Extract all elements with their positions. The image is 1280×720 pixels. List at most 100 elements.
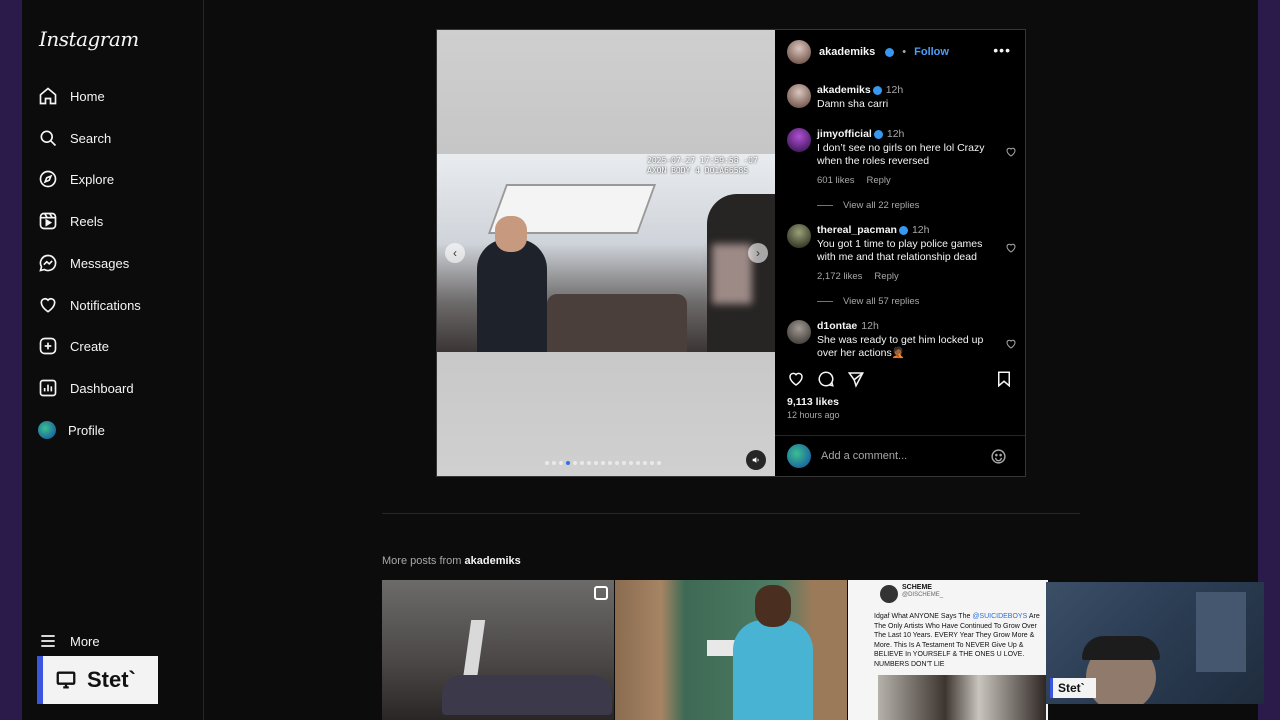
nav-more[interactable]: More bbox=[38, 627, 198, 655]
bookmark-icon[interactable] bbox=[995, 370, 1013, 388]
nav-explore[interactable]: Explore bbox=[38, 165, 198, 193]
stet-overlay-badge: Stet` bbox=[37, 656, 158, 704]
nav-home[interactable]: Home bbox=[38, 82, 198, 110]
nav-dashboard[interactable]: Dashboard bbox=[38, 374, 198, 402]
bodycam-video-frame: 2025-07-27 17:59:58 -07 AXON BODY 4 D01A… bbox=[437, 154, 775, 352]
scene-crowd bbox=[547, 294, 687, 352]
share-send-icon[interactable] bbox=[847, 370, 865, 388]
webcam-overlay: Stet` bbox=[1046, 582, 1264, 704]
emoji-icon[interactable] bbox=[990, 448, 1007, 465]
carousel-prev-button[interactable]: ‹ bbox=[445, 243, 465, 263]
author-avatar[interactable] bbox=[787, 84, 811, 108]
post-media[interactable]: 2025-07-27 17:59:58 -07 AXON BODY 4 D01A… bbox=[437, 30, 775, 476]
carousel-dot bbox=[573, 461, 577, 465]
carousel-dot bbox=[601, 461, 605, 465]
author-avatar[interactable] bbox=[787, 40, 811, 64]
like-heart-icon[interactable] bbox=[787, 370, 805, 388]
nav-label: Messages bbox=[70, 255, 130, 271]
verified-icon bbox=[873, 129, 883, 139]
carousel-dot bbox=[650, 461, 654, 465]
more-post-thumbnail[interactable] bbox=[382, 580, 614, 720]
nav-label: Profile bbox=[68, 422, 105, 438]
commenter-avatar[interactable] bbox=[787, 320, 811, 344]
thumb-account: SCHEME bbox=[902, 584, 932, 591]
comment-body: I don’t see no girls on here lol Crazy w… bbox=[817, 141, 985, 168]
comment-username[interactable]: jimyofficial bbox=[817, 128, 872, 140]
comment-likes[interactable]: 2,172 likes bbox=[817, 270, 862, 284]
nav-label: More bbox=[70, 633, 100, 649]
author-username[interactable]: akademiks bbox=[819, 46, 875, 58]
carousel-dot bbox=[587, 461, 591, 465]
heart-icon bbox=[40, 297, 56, 313]
section-divider bbox=[382, 513, 1080, 514]
stamp-line-1: 2025-07-27 17:59:58 -07 bbox=[647, 156, 758, 165]
carousel-indicator bbox=[545, 461, 661, 465]
comment-username[interactable]: thereal_pacman bbox=[817, 224, 897, 236]
compass-icon bbox=[39, 170, 57, 188]
thumb-text-b: Are The Only Artists Who Have Continued … bbox=[874, 613, 1040, 668]
more-post-thumbnail[interactable] bbox=[615, 580, 847, 720]
nav-reels[interactable]: Reels bbox=[38, 207, 198, 235]
stamp-line-2: AXON BODY 4 D01A6658S bbox=[647, 166, 749, 175]
likes-count[interactable]: 9,113 likes bbox=[787, 396, 839, 408]
more-posts-prefix: More posts from bbox=[382, 555, 462, 567]
add-comment-input[interactable]: Add a comment... bbox=[821, 450, 907, 462]
reels-icon bbox=[39, 212, 57, 230]
comment-likes[interactable]: 601 likes bbox=[817, 174, 855, 188]
more-posts-user[interactable]: akademiks bbox=[465, 555, 521, 567]
follow-button[interactable]: Follow bbox=[914, 46, 949, 58]
add-comment-bar: Add a comment... bbox=[775, 435, 1025, 475]
comment-body: Damn sha carri bbox=[817, 97, 889, 110]
reply-button[interactable]: Reply bbox=[867, 174, 891, 188]
commenter-avatar[interactable] bbox=[787, 224, 811, 248]
thumb-shape bbox=[733, 620, 813, 720]
verified-icon bbox=[885, 47, 895, 57]
thumb-photo bbox=[878, 675, 1046, 720]
monitor-icon bbox=[56, 671, 76, 689]
carousel-dot bbox=[622, 461, 626, 465]
view-replies-button[interactable]: View all 57 replies bbox=[817, 296, 919, 307]
more-options-icon[interactable]: ••• bbox=[993, 42, 1011, 58]
mute-button[interactable] bbox=[746, 450, 766, 470]
carousel-dot bbox=[608, 461, 612, 465]
carousel-dot bbox=[615, 461, 619, 465]
thumb-handle: @DISCHEME_ bbox=[902, 592, 944, 598]
replies-line bbox=[817, 205, 833, 206]
instagram-logo[interactable]: Instagram bbox=[39, 27, 139, 51]
nav-label: Home bbox=[70, 88, 105, 104]
nav-messages[interactable]: Messages bbox=[38, 249, 198, 277]
reply-button[interactable]: Reply bbox=[874, 270, 898, 284]
nav-profile[interactable]: Profile bbox=[38, 416, 198, 444]
like-comment-heart-icon[interactable] bbox=[1005, 146, 1017, 158]
sidebar: Instagram Home Search Explore Reels Mess… bbox=[22, 0, 204, 720]
view-replies-label: View all 22 replies bbox=[843, 200, 920, 211]
plus-square-icon bbox=[39, 337, 57, 355]
comment-username[interactable]: akademiks bbox=[817, 84, 871, 96]
messenger-icon bbox=[39, 254, 57, 272]
webcam-background bbox=[1196, 592, 1246, 672]
verified-icon bbox=[872, 85, 882, 95]
scene-blurred-face bbox=[712, 244, 752, 304]
media-letterbox-bottom bbox=[437, 352, 775, 476]
chevron-right-icon: › bbox=[756, 246, 760, 260]
chevron-left-icon: ‹ bbox=[453, 246, 457, 260]
nav-label: Notifications bbox=[70, 297, 141, 313]
carousel-next-button[interactable]: › bbox=[748, 243, 768, 263]
nav-search[interactable]: Search bbox=[38, 124, 198, 152]
nav-notifications[interactable]: Notifications bbox=[38, 291, 198, 319]
like-comment-heart-icon[interactable] bbox=[1005, 242, 1017, 254]
thumb-shape bbox=[442, 675, 612, 715]
nav-label: Reels bbox=[70, 213, 104, 229]
view-replies-button[interactable]: View all 22 replies bbox=[817, 200, 919, 211]
like-comment-heart-icon[interactable] bbox=[1005, 338, 1017, 350]
caption-text: akademiks 12h Damn sha carri bbox=[817, 84, 997, 111]
dashboard-icon bbox=[39, 379, 57, 397]
more-post-thumbnail[interactable]: SCHEME @DISCHEME_ Idgaf What ANYONE Says… bbox=[848, 580, 1048, 720]
nav-create[interactable]: Create bbox=[38, 332, 198, 360]
commenter-avatar[interactable] bbox=[787, 128, 811, 152]
comment-username[interactable]: d1ontae bbox=[817, 320, 857, 332]
webcam-person-hat bbox=[1082, 636, 1160, 660]
scene-officer-head bbox=[495, 216, 527, 252]
comment-time: 12h bbox=[911, 224, 930, 236]
comment-bubble-icon[interactable] bbox=[817, 370, 835, 388]
